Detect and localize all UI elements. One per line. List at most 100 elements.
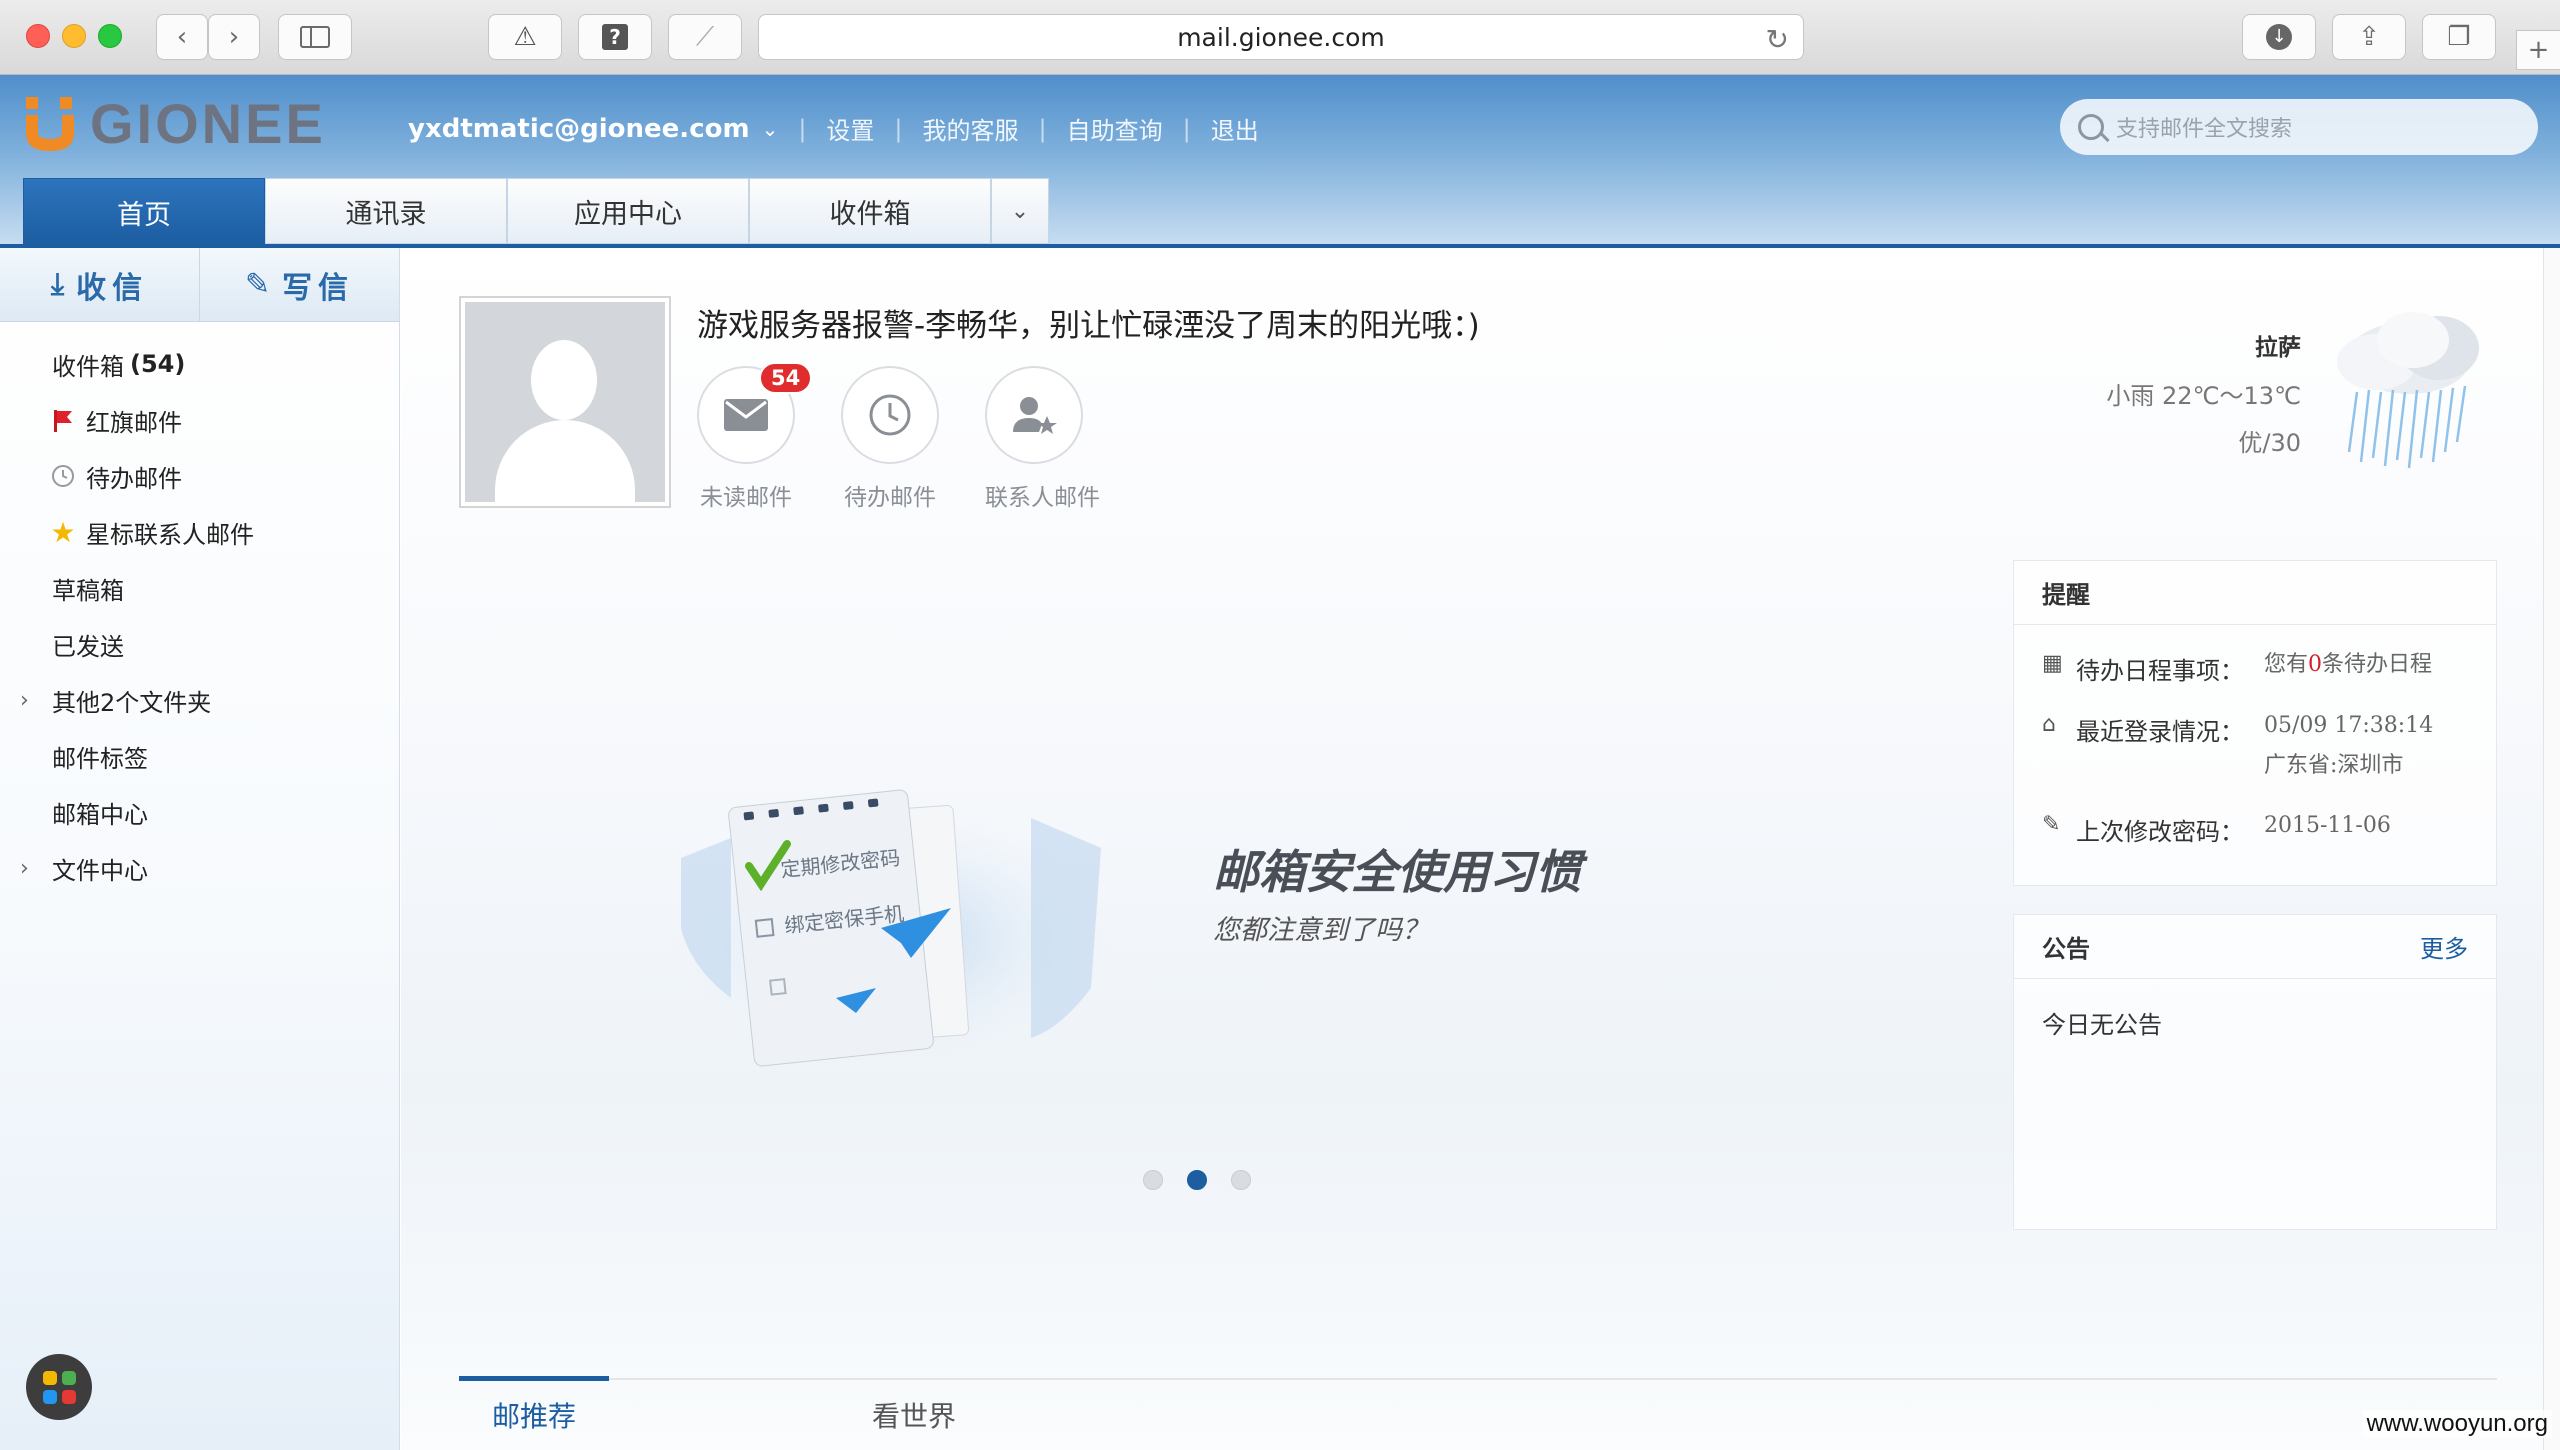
folder-label: 邮箱中心 (52, 800, 148, 829)
share-button[interactable]: ⇪ (2332, 14, 2406, 60)
sidebar-item-starred-contacts[interactable]: ★ 星标联系人邮件 (0, 504, 399, 560)
chevron-down-icon[interactable]: ⌄ (762, 117, 779, 141)
share-icon: ⇪ (2358, 22, 2380, 52)
folder-label: 已发送 (52, 632, 124, 661)
login-time: 05/09 17:38:14 (2264, 713, 2434, 738)
tab-see-world[interactable]: 看世界 (839, 1380, 989, 1450)
shortcut-label: 待办邮件 (844, 485, 936, 511)
minimize-window-button[interactable] (62, 24, 86, 48)
calendar-icon: ▦ (2042, 651, 2063, 676)
tab-home[interactable]: 首页 (23, 178, 265, 247)
carousel-dot-active[interactable] (1187, 1170, 1207, 1190)
carousel-dot[interactable] (1143, 1170, 1163, 1190)
scrollbar[interactable] (2543, 248, 2560, 1450)
unread-count: (54) (130, 350, 186, 378)
banner-title[interactable]: 邮箱安全使用习惯 (1213, 836, 1581, 902)
address-bar[interactable]: mail.gionee.com ↻ (758, 14, 1804, 60)
panel-title: 提醒 (2042, 581, 2090, 609)
back-button[interactable]: ‹ (156, 14, 208, 60)
avatar[interactable] (459, 296, 671, 508)
todo-mail-shortcut[interactable]: 待办邮件 (841, 366, 985, 512)
logo-mark-icon (26, 96, 74, 151)
password-row: ✎ 上次修改密码： 2015-11-06 (2014, 812, 2496, 847)
shortcut-label: 联系人邮件 (985, 485, 1100, 511)
carousel-dots (1143, 1170, 1251, 1190)
sidebar-item-other-folders[interactable]: › 其他2个文件夹 (0, 672, 399, 728)
tabs-overview-button[interactable]: ❐ (2422, 14, 2496, 60)
logout-link[interactable]: 退出 (1211, 111, 1259, 146)
sidebar: ⤓ 收信 ✎ 写信 收件箱 (54) 红旗邮件 待办邮件 ★ 星标联系人邮件 草… (0, 248, 400, 1450)
sidebar-item-flagged[interactable]: 红旗邮件 (0, 392, 399, 448)
weather-city: 拉萨 (2255, 335, 2301, 361)
folder-label: 待办邮件 (86, 464, 182, 493)
folder-list: 收件箱 (54) 红旗邮件 待办邮件 ★ 星标联系人邮件 草稿箱 已发送 › 其 (0, 336, 399, 896)
tabs-icon: ❐ (2447, 22, 2471, 52)
help-extension-button[interactable]: ? (578, 14, 652, 60)
sidebar-icon (300, 26, 330, 48)
announcement-body: 今日无公告 (2042, 1011, 2162, 1039)
tab-inbox[interactable]: 收件箱 (749, 178, 991, 244)
red-flag-icon (50, 408, 76, 432)
url-text: mail.gionee.com (1177, 22, 1385, 52)
download-tray-icon: ⤓ (50, 267, 65, 302)
sidebar-item-mail-tags[interactable]: 邮件标签 (0, 728, 399, 784)
logo-text: GIONEE (90, 92, 326, 155)
sidebar-item-todo[interactable]: 待办邮件 (0, 448, 399, 504)
sidebar-item-mailbox-center[interactable]: 邮箱中心 (0, 784, 399, 840)
question-icon: ? (602, 24, 628, 50)
security-banner-illustration[interactable]: 定期修改密码 绑定密保手机 (661, 768, 1121, 1078)
schedule-label: 待办日程事项： (2076, 657, 2244, 685)
sidebar-item-file-center[interactable]: › 文件中心 (0, 840, 399, 896)
apps-grid-icon (42, 1370, 57, 1385)
clock-icon (841, 366, 939, 464)
password-label: 上次修改密码： (2076, 818, 2244, 846)
more-tabs-button[interactable]: ⌄ (991, 178, 1049, 244)
download-icon: ↓ (2266, 24, 2292, 50)
shortcut-label: 未读邮件 (700, 485, 792, 511)
compose-mail-button[interactable]: ✎ 写信 (199, 248, 399, 321)
gionee-logo[interactable]: GIONEE (22, 91, 326, 156)
new-tab-button[interactable]: + (2516, 30, 2560, 70)
chevron-right-icon[interactable]: › (20, 856, 29, 881)
customer-service-link[interactable]: 我的客服 (923, 111, 1019, 146)
warning-extension-button[interactable]: ⚠ (488, 14, 562, 60)
reload-icon[interactable]: ↻ (1766, 23, 1789, 56)
announcement-panel: 公告 更多 今日无公告 (2013, 914, 2497, 1230)
apps-grid-icon (61, 1370, 76, 1385)
chevron-right-icon[interactable]: › (20, 688, 29, 713)
contact-mail-shortcut[interactable]: 联系人邮件 (985, 366, 1129, 512)
content-tabs: 邮推荐 看世界 (459, 1376, 2497, 1450)
self-query-link[interactable]: 自助查询 (1067, 111, 1163, 146)
zoom-window-button[interactable] (98, 24, 122, 48)
schedule-value[interactable]: 您有0条待办日程 (2264, 645, 2432, 686)
home-icon: ⌂ (2042, 712, 2056, 737)
tab-contacts[interactable]: 通讯录 (265, 178, 507, 244)
close-window-button[interactable] (26, 24, 50, 48)
pin-extension-button[interactable]: ⟋ (668, 14, 742, 60)
sidebar-item-inbox[interactable]: 收件箱 (54) (0, 336, 399, 392)
tab-mail-recommend[interactable]: 邮推荐 (459, 1376, 609, 1450)
login-row: ⌂ 最近登录情况： 05/09 17:38:14 广东省:深圳市 (2014, 712, 2496, 786)
divider: | (798, 114, 807, 143)
downloads-button[interactable]: ↓ (2242, 14, 2316, 60)
schedule-suffix: 条待办日程 (2322, 652, 2433, 677)
more-link[interactable]: 更多 (2420, 929, 2468, 964)
tab-app-center[interactable]: 应用中心 (507, 178, 749, 244)
carousel-dot[interactable] (1231, 1170, 1251, 1190)
unread-mail-shortcut[interactable]: 54 未读邮件 (697, 362, 841, 512)
receive-mail-button[interactable]: ⤓ 收信 (0, 248, 199, 321)
sidebar-toggle-button[interactable] (278, 14, 352, 60)
account-email[interactable]: yxdtmatic@gionee.com (408, 114, 750, 144)
greeting-text: 游戏服务器报警-李畅华，别让忙碌湮没了周末的阳光哦：) (697, 308, 1480, 344)
login-location: 广东省:深圳市 (2264, 753, 2404, 778)
sidebar-item-drafts[interactable]: 草稿箱 (0, 560, 399, 616)
settings-link[interactable]: 设置 (826, 111, 874, 146)
weather-widget[interactable]: 拉萨 小雨 22℃～13℃ 优/30 (2081, 328, 2301, 458)
contact-star-icon (985, 366, 1083, 464)
mail-search-input[interactable]: 支持邮件全文搜索 (2060, 99, 2538, 155)
edit-icon: ✎ (2042, 812, 2061, 837)
sidebar-item-sent[interactable]: 已发送 (0, 616, 399, 672)
star-icon: ★ (50, 515, 76, 549)
forward-button[interactable]: › (208, 14, 260, 60)
app-launcher-button[interactable] (26, 1354, 92, 1420)
